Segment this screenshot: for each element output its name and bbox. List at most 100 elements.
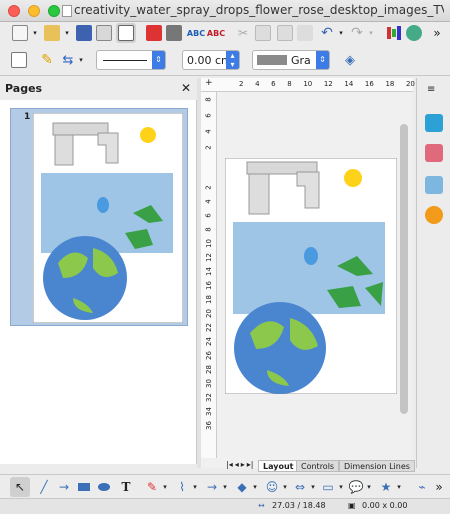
- page-number: 1: [24, 112, 31, 122]
- hruler-tick: 2: [239, 80, 244, 88]
- first-tab-icon[interactable]: |◂: [226, 460, 233, 472]
- horizontal-ruler[interactable]: + 2 4 6 8 10 12 14 16 18 20: [201, 78, 415, 92]
- basic-shapes-icon[interactable]: ◆: [232, 477, 252, 497]
- drawing-page[interactable]: [225, 158, 397, 394]
- document-icon: [62, 5, 72, 17]
- area-color-value: Gra: [291, 54, 311, 67]
- ellipse-icon[interactable]: [94, 477, 114, 497]
- sidebar-menu-icon[interactable]: ≡: [427, 84, 435, 95]
- last-tab-icon[interactable]: ▸|: [247, 460, 254, 472]
- block-arrows-icon[interactable]: ⇔: [290, 477, 310, 497]
- curve-icon[interactable]: ✎: [142, 477, 162, 497]
- tab-dimension-lines[interactable]: Dimension Lines: [339, 460, 415, 472]
- chart-icon[interactable]: [384, 23, 404, 43]
- autospellcheck-icon[interactable]: ABC: [206, 23, 226, 43]
- line-icon[interactable]: ✎: [38, 50, 56, 70]
- new-dropdown-icon[interactable]: ▾: [30, 23, 40, 43]
- rectangle-icon[interactable]: [74, 477, 94, 497]
- select-icon[interactable]: ↖: [10, 477, 30, 497]
- zoom-window-button[interactable]: [48, 5, 60, 17]
- tab-stop-icon[interactable]: +: [205, 78, 213, 88]
- flowchart-icon[interactable]: ▭: [318, 477, 338, 497]
- hruler-tick: 8: [287, 80, 292, 88]
- vruler-tick: 10: [204, 239, 213, 248]
- vruler-tick: 36: [204, 421, 213, 430]
- symbol-shapes-icon[interactable]: ☺: [262, 477, 282, 497]
- gallery-icon[interactable]: [425, 176, 443, 194]
- export-icon[interactable]: [94, 23, 114, 43]
- line-width-field[interactable]: 0.00 cm ▴ ▾: [182, 50, 240, 70]
- hruler-tick: 12: [323, 80, 333, 88]
- prev-tab-icon[interactable]: ◂: [235, 460, 239, 472]
- vruler-tick: 30: [204, 379, 213, 388]
- export-pdf-icon[interactable]: [144, 23, 164, 43]
- save-icon[interactable]: [74, 23, 94, 43]
- connector-icon[interactable]: ⌇: [172, 477, 192, 497]
- drawing-canvas-area: + 2 4 6 8 10 12 14 16 18 20 8 6 4 2 2 4 …: [201, 78, 415, 468]
- redo-icon[interactable]: ↷: [348, 23, 366, 43]
- vruler-tick: 8: [204, 227, 213, 232]
- tab-controls[interactable]: Controls: [296, 460, 340, 472]
- spellcheck-icon[interactable]: ABC: [186, 23, 206, 43]
- undo-icon[interactable]: ↶: [318, 23, 336, 43]
- stars-icon[interactable]: ★: [376, 477, 396, 497]
- scrollbar-thumb[interactable]: [400, 124, 408, 414]
- print-icon[interactable]: [164, 23, 184, 43]
- redo-dropdown-icon[interactable]: ▾: [366, 23, 376, 43]
- lines-arrows-icon[interactable]: →: [202, 477, 222, 497]
- shadow-icon[interactable]: ◈: [340, 50, 360, 70]
- copy-icon[interactable]: [254, 23, 272, 43]
- callouts-dropdown-icon[interactable]: ▾: [364, 477, 374, 497]
- sidebar-icon[interactable]: [10, 50, 28, 70]
- hruler-tick: 20: [405, 80, 415, 88]
- stars-dropdown-icon[interactable]: ▾: [394, 477, 404, 497]
- hruler-tick: 14: [344, 80, 354, 88]
- vruler-tick: 2: [204, 185, 213, 190]
- curve-dropdown-icon[interactable]: ▾: [160, 477, 170, 497]
- vertical-ruler[interactable]: 8 6 4 2 2 4 6 8 10 12 14 16 18 20 22 24 …: [201, 92, 217, 458]
- arrow-style-dropdown-icon[interactable]: ▾: [76, 50, 86, 70]
- clone-formatting-icon[interactable]: [296, 23, 314, 43]
- callouts-icon[interactable]: 💬: [346, 477, 366, 497]
- paste-icon[interactable]: [276, 23, 294, 43]
- connector-dropdown-icon[interactable]: ▾: [190, 477, 200, 497]
- vruler-tick: 24: [204, 337, 213, 346]
- points-icon[interactable]: ⌁: [412, 477, 432, 497]
- more-tools-icon[interactable]: »: [432, 477, 446, 497]
- vruler-tick: 4: [204, 129, 213, 134]
- new-icon[interactable]: [10, 23, 30, 43]
- navigator-icon[interactable]: [404, 23, 424, 43]
- basic-shapes-dropdown-icon[interactable]: ▾: [250, 477, 260, 497]
- vruler-tick: 14: [204, 267, 213, 276]
- navigator-sidebar-icon[interactable]: [425, 206, 443, 224]
- block-arrows-dropdown-icon[interactable]: ▾: [308, 477, 318, 497]
- sidebar-deck: ≡: [416, 78, 450, 468]
- next-tab-icon[interactable]: ▸: [241, 460, 245, 472]
- area-color-select[interactable]: Gra ⇕: [252, 50, 330, 70]
- undo-dropdown-icon[interactable]: ▾: [336, 23, 346, 43]
- more-options-icon[interactable]: »: [428, 23, 446, 43]
- text-icon[interactable]: T: [116, 477, 136, 497]
- line-arrow-icon[interactable]: →: [54, 477, 74, 497]
- line-style-select[interactable]: ⇕: [96, 50, 166, 70]
- vruler-tick: 18: [204, 295, 213, 304]
- edit-mode-icon[interactable]: [116, 23, 136, 43]
- tab-layout[interactable]: Layout: [258, 460, 299, 472]
- symbol-shapes-dropdown-icon[interactable]: ▾: [280, 477, 290, 497]
- page-thumbnail-selected[interactable]: 1: [10, 108, 188, 326]
- open-dropdown-icon[interactable]: ▾: [62, 23, 72, 43]
- vertical-scrollbar[interactable]: [399, 94, 409, 458]
- open-folder-icon[interactable]: [42, 23, 62, 43]
- close-panel-icon[interactable]: ✕: [181, 81, 191, 95]
- vruler-tick: 12: [204, 253, 213, 262]
- properties-icon[interactable]: [425, 114, 443, 132]
- styles-icon[interactable]: [425, 144, 443, 162]
- arrow-style-icon[interactable]: ⇆: [58, 50, 78, 70]
- minimize-window-button[interactable]: [28, 5, 40, 17]
- close-window-button[interactable]: [8, 5, 20, 17]
- drawing-toolbar: ↖ ╱ → T ✎ ▾ ⌇ ▾ → ▾ ◆ ▾ ☺ ▾ ⇔ ▾ ▭ ▾ 💬 ▾ …: [0, 474, 450, 498]
- flowchart-dropdown-icon[interactable]: ▾: [336, 477, 346, 497]
- lines-arrows-dropdown-icon[interactable]: ▾: [220, 477, 230, 497]
- line-tool-icon[interactable]: ╱: [34, 477, 54, 497]
- cut-icon[interactable]: ✂: [234, 23, 252, 43]
